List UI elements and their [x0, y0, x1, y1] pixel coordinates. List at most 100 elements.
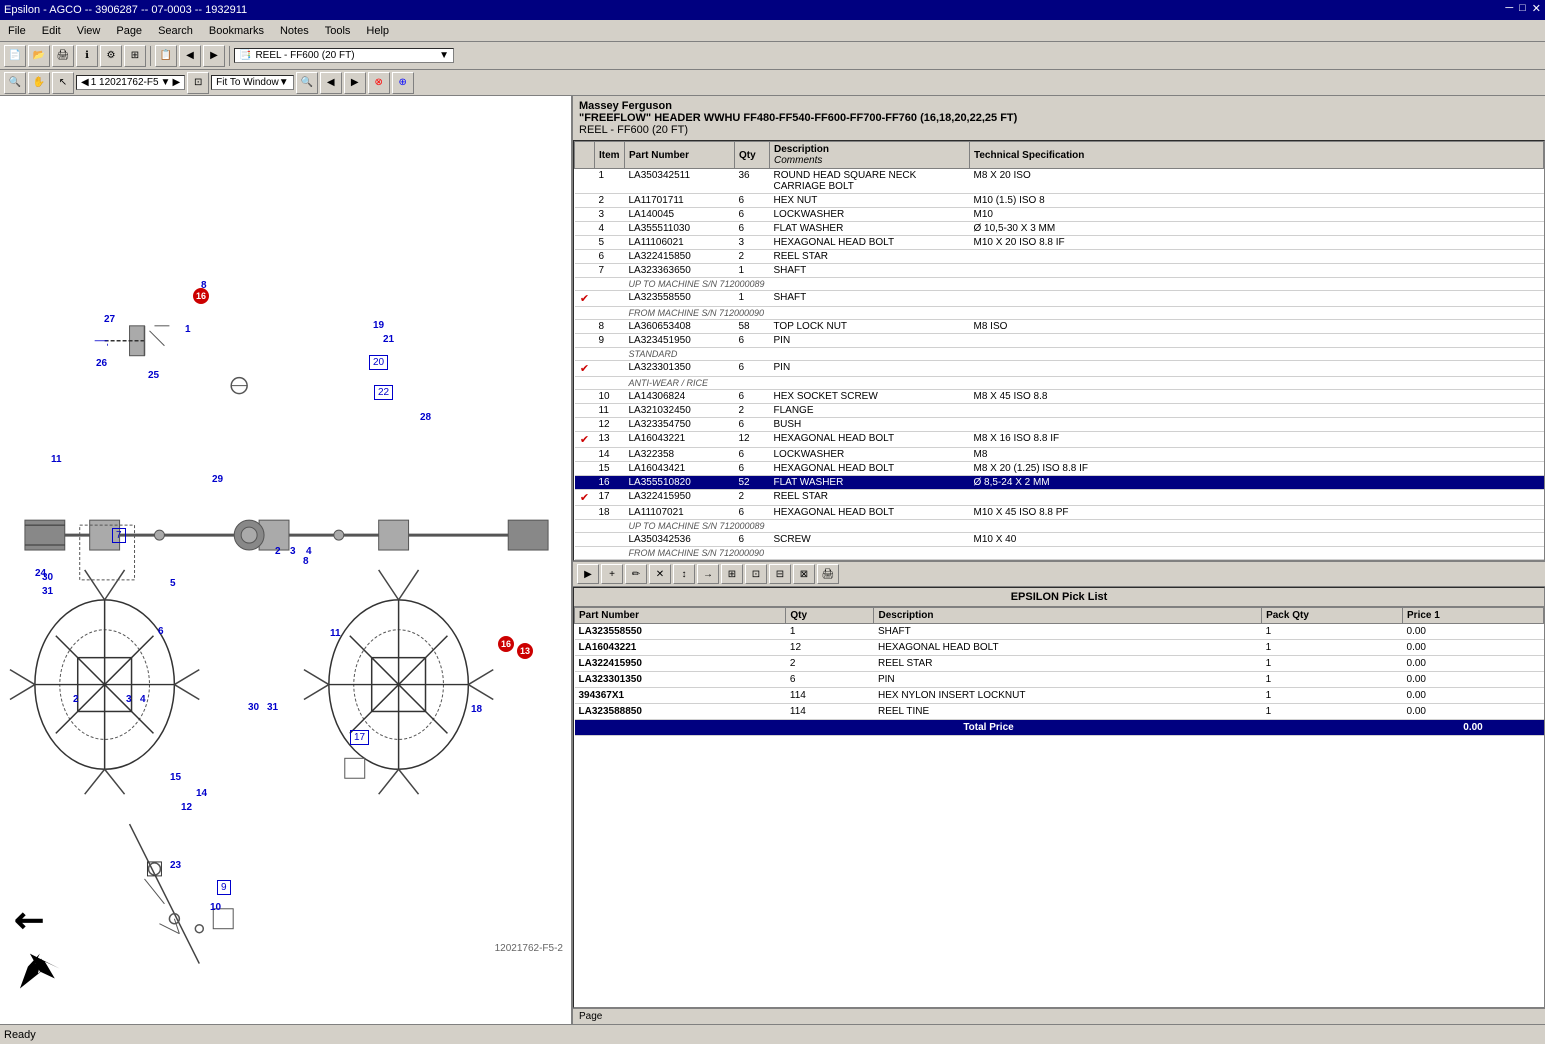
list4-btn[interactable]: ⊠ — [793, 564, 815, 584]
row-part-number[interactable]: LA16043421 — [625, 462, 735, 476]
table-subrow[interactable]: FROM MACHINE S/N 712000090 — [575, 547, 1544, 560]
list2-btn[interactable]: ⊡ — [745, 564, 767, 584]
print-btn[interactable]: 🖨 — [52, 45, 74, 67]
menu-item-bookmarks[interactable]: Bookmarks — [201, 23, 272, 39]
table-row[interactable]: 8 LA360653408 58 TOP LOCK NUT M8 ISO — [575, 320, 1544, 334]
table-subrow[interactable]: STANDARD — [575, 348, 1544, 361]
table-row[interactable]: ✔ 13 LA16043221 12 HEXAGONAL HEAD BOLT M… — [575, 432, 1544, 448]
menu-item-view[interactable]: View — [69, 23, 109, 39]
table-subrow[interactable]: UP TO MACHINE S/N 712000089 — [575, 520, 1544, 533]
add-btn[interactable]: ⊕ — [392, 72, 414, 94]
edit-part-btn[interactable]: ✏ — [625, 564, 647, 584]
table-row[interactable]: 1 LA350342511 36 ROUND HEAD SQUARE NECK … — [575, 169, 1544, 194]
pick-list-item[interactable]: LA323301350 6 PIN 1 0.00 — [575, 672, 1544, 688]
table-row[interactable]: 10 LA14306824 6 HEX SOCKET SCREW M8 X 45… — [575, 390, 1544, 404]
page-label-bar: Page — [573, 1008, 1545, 1024]
zoom-out-btn[interactable]: 🔍 — [4, 72, 26, 94]
row-part-number[interactable]: LA355510820 — [625, 476, 735, 490]
row-part-number[interactable]: LA140045 — [625, 208, 735, 222]
table-row[interactable]: ✔ 17 LA322415950 2 REEL STAR — [575, 490, 1544, 506]
table-row[interactable]: 7 LA323363650 1 SHAFT — [575, 264, 1544, 278]
row-part-number[interactable]: LA322415950 — [625, 490, 735, 506]
table-row[interactable]: 6 LA322415850 2 REEL STAR — [575, 250, 1544, 264]
row-spec — [970, 361, 1544, 377]
row-part-number[interactable]: LA11107021 — [625, 506, 735, 520]
add-part-btn[interactable]: + — [601, 564, 623, 584]
grid-btn[interactable]: ⊞ — [124, 45, 146, 67]
table-row[interactable]: 5 LA11106021 3 HEXAGONAL HEAD BOLT M10 X… — [575, 236, 1544, 250]
pick-list-item[interactable]: LA323558550 1 SHAFT 1 0.00 — [575, 624, 1544, 640]
table-row[interactable]: 9 LA323451950 6 PIN — [575, 334, 1544, 348]
prev-diagram-btn[interactable]: ◀ — [320, 72, 342, 94]
table-row[interactable]: LA350342536 6 SCREW M10 X 40 — [575, 533, 1544, 547]
table-subrow[interactable]: FROM MACHINE S/N 712000090 — [575, 307, 1544, 320]
table-row[interactable]: 4 LA355511030 6 FLAT WASHER Ø 10,5-30 X … — [575, 222, 1544, 236]
sort-btn[interactable]: ↕ — [673, 564, 695, 584]
prev-btn[interactable]: ◀ — [179, 45, 201, 67]
table-row[interactable]: ✔ LA323301350 6 PIN — [575, 361, 1544, 377]
info-btn[interactable]: ℹ — [76, 45, 98, 67]
row-part-number[interactable]: LA323451950 — [625, 334, 735, 348]
table-row[interactable]: 12 LA323354750 6 BUSH — [575, 418, 1544, 432]
dropdown-selector[interactable]: 📑 REEL - FF600 (20 FT) ▼ — [234, 48, 454, 63]
table-row[interactable]: 18 LA11107021 6 HEXAGONAL HEAD BOLT M10 … — [575, 506, 1544, 520]
fit-window-dropdown[interactable]: Fit To Window ▼ — [211, 75, 294, 90]
zoom-fit-btn[interactable]: ⊡ — [187, 72, 209, 94]
table-row[interactable]: 3 LA140045 6 LOCKWASHER M10 — [575, 208, 1544, 222]
row-part-number[interactable]: LA16043221 — [625, 432, 735, 448]
table-row[interactable]: ✔ LA323558550 1 SHAFT — [575, 291, 1544, 307]
zoom-in-btn[interactable]: 🔍 — [296, 72, 318, 94]
pick-list-item[interactable]: 394367X1 114 HEX NYLON INSERT LOCKNUT 1 … — [575, 688, 1544, 704]
row-part-number[interactable]: LA323301350 — [625, 361, 735, 377]
row-spec — [970, 418, 1544, 432]
menu-item-search[interactable]: Search — [150, 23, 201, 39]
page-btn[interactable]: 📋 — [155, 45, 177, 67]
window-controls[interactable]: ─ □ ✕ — [1501, 2, 1541, 15]
row-part-number[interactable]: LA11701711 — [625, 194, 735, 208]
play-btn[interactable]: ▶ — [577, 564, 599, 584]
next-btn[interactable]: ▶ — [203, 45, 225, 67]
menu-item-page[interactable]: Page — [108, 23, 150, 39]
row-part-number[interactable]: LA322358 — [625, 448, 735, 462]
open-btn[interactable]: 📂 — [28, 45, 50, 67]
table-row[interactable]: 11 LA321032450 2 FLANGE — [575, 404, 1544, 418]
row-part-number[interactable]: LA350342511 — [625, 169, 735, 194]
settings-btn[interactable]: ⚙ — [100, 45, 122, 67]
print2-btn[interactable]: 🖨 — [817, 564, 839, 584]
menu-item-notes[interactable]: Notes — [272, 23, 317, 39]
table-row[interactable]: 16 LA355510820 52 FLAT WASHER Ø 8,5-24 X… — [575, 476, 1544, 490]
table-row[interactable]: 14 LA322358 6 LOCKWASHER M8 — [575, 448, 1544, 462]
row-part-number[interactable]: LA323363650 — [625, 264, 735, 278]
hand-btn[interactable]: ✋ — [28, 72, 50, 94]
new-btn[interactable]: 📄 — [4, 45, 26, 67]
menu-item-tools[interactable]: Tools — [317, 23, 359, 39]
arrow-btn[interactable]: → — [697, 564, 719, 584]
pick-list-item[interactable]: LA323588850 114 REEL TINE 1 0.00 — [575, 704, 1544, 720]
menu-item-file[interactable]: File — [0, 23, 34, 39]
row-part-number[interactable]: LA321032450 — [625, 404, 735, 418]
red-circle-btn[interactable]: ⊗ — [368, 72, 390, 94]
table-row[interactable]: 2 LA11701711 6 HEX NUT M10 (1.5) ISO 8 — [575, 194, 1544, 208]
table-subrow[interactable]: UP TO MACHINE S/N 712000089 — [575, 278, 1544, 291]
row-part-number[interactable]: LA360653408 — [625, 320, 735, 334]
row-description: HEXAGONAL HEAD BOLT — [770, 506, 970, 520]
row-part-number[interactable]: LA350342536 — [625, 533, 735, 547]
row-part-number[interactable]: LA14306824 — [625, 390, 735, 404]
pick-list-item[interactable]: LA322415950 2 REEL STAR 1 0.00 — [575, 656, 1544, 672]
delete-part-btn[interactable]: ✕ — [649, 564, 671, 584]
row-part-number[interactable]: LA355511030 — [625, 222, 735, 236]
list3-btn[interactable]: ⊟ — [769, 564, 791, 584]
table-subrow[interactable]: ANTI-WEAR / RICE — [575, 377, 1544, 390]
parts-table-container[interactable]: Item Part Number Qty DescriptionComments… — [573, 140, 1545, 561]
menu-item-edit[interactable]: Edit — [34, 23, 69, 39]
table-row[interactable]: 15 LA16043421 6 HEXAGONAL HEAD BOLT M8 X… — [575, 462, 1544, 476]
row-part-number[interactable]: LA11106021 — [625, 236, 735, 250]
next-diagram-btn[interactable]: ▶ — [344, 72, 366, 94]
row-part-number[interactable]: LA323354750 — [625, 418, 735, 432]
row-part-number[interactable]: LA323558550 — [625, 291, 735, 307]
row-part-number[interactable]: LA322415850 — [625, 250, 735, 264]
menu-item-help[interactable]: Help — [358, 23, 397, 39]
pick-list-item[interactable]: LA16043221 12 HEXAGONAL HEAD BOLT 1 0.00 — [575, 640, 1544, 656]
select-btn[interactable]: ↖ — [52, 72, 74, 94]
list1-btn[interactable]: ⊞ — [721, 564, 743, 584]
